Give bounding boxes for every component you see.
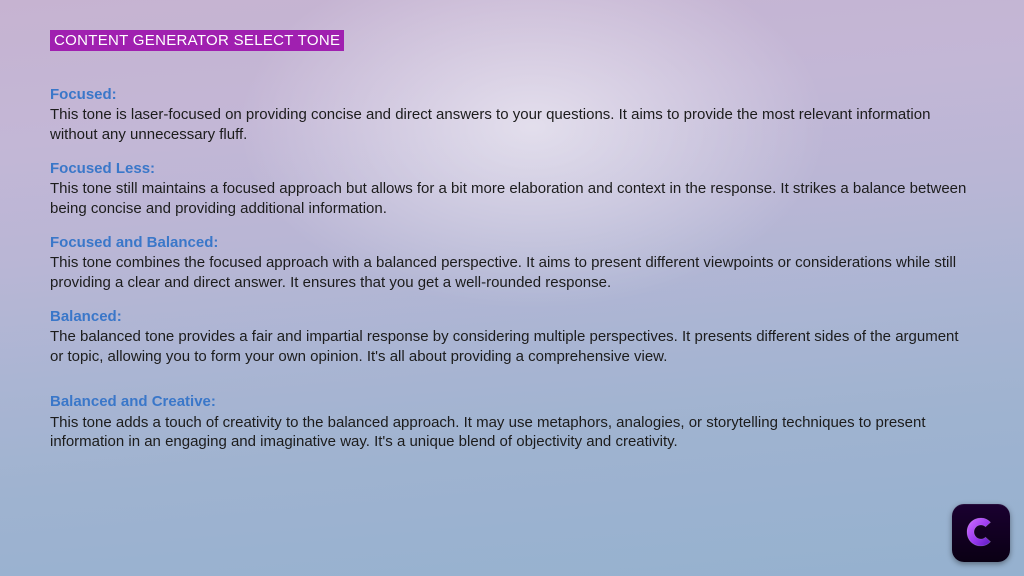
slide-page: CONTENT GENERATOR SELECT TONE Focused: T…	[0, 0, 1024, 486]
section-body: This tone is laser-focused on providing …	[50, 105, 974, 145]
section-body: This tone still maintains a focused appr…	[50, 179, 974, 219]
tone-section-balanced: Balanced: The balanced tone provides a f…	[50, 307, 974, 367]
tone-section-focused: Focused: This tone is laser-focused on p…	[50, 85, 974, 145]
section-heading: Focused and Balanced:	[50, 233, 974, 253]
section-heading: Focused:	[50, 85, 974, 105]
app-logo-icon	[952, 504, 1010, 562]
section-body: This tone combines the focused approach …	[50, 253, 974, 293]
tone-section-balanced-creative: Balanced and Creative: This tone adds a …	[50, 392, 974, 452]
section-heading: Balanced and Creative:	[50, 392, 974, 412]
section-heading: Focused Less:	[50, 159, 974, 179]
tone-section-focused-less: Focused Less: This tone still maintains …	[50, 159, 974, 219]
section-body: This tone adds a touch of creativity to …	[50, 413, 974, 453]
section-heading: Balanced:	[50, 307, 974, 327]
section-body: The balanced tone provides a fair and im…	[50, 327, 974, 367]
page-title: CONTENT GENERATOR SELECT TONE	[50, 30, 344, 51]
tone-section-focused-balanced: Focused and Balanced: This tone combines…	[50, 233, 974, 293]
